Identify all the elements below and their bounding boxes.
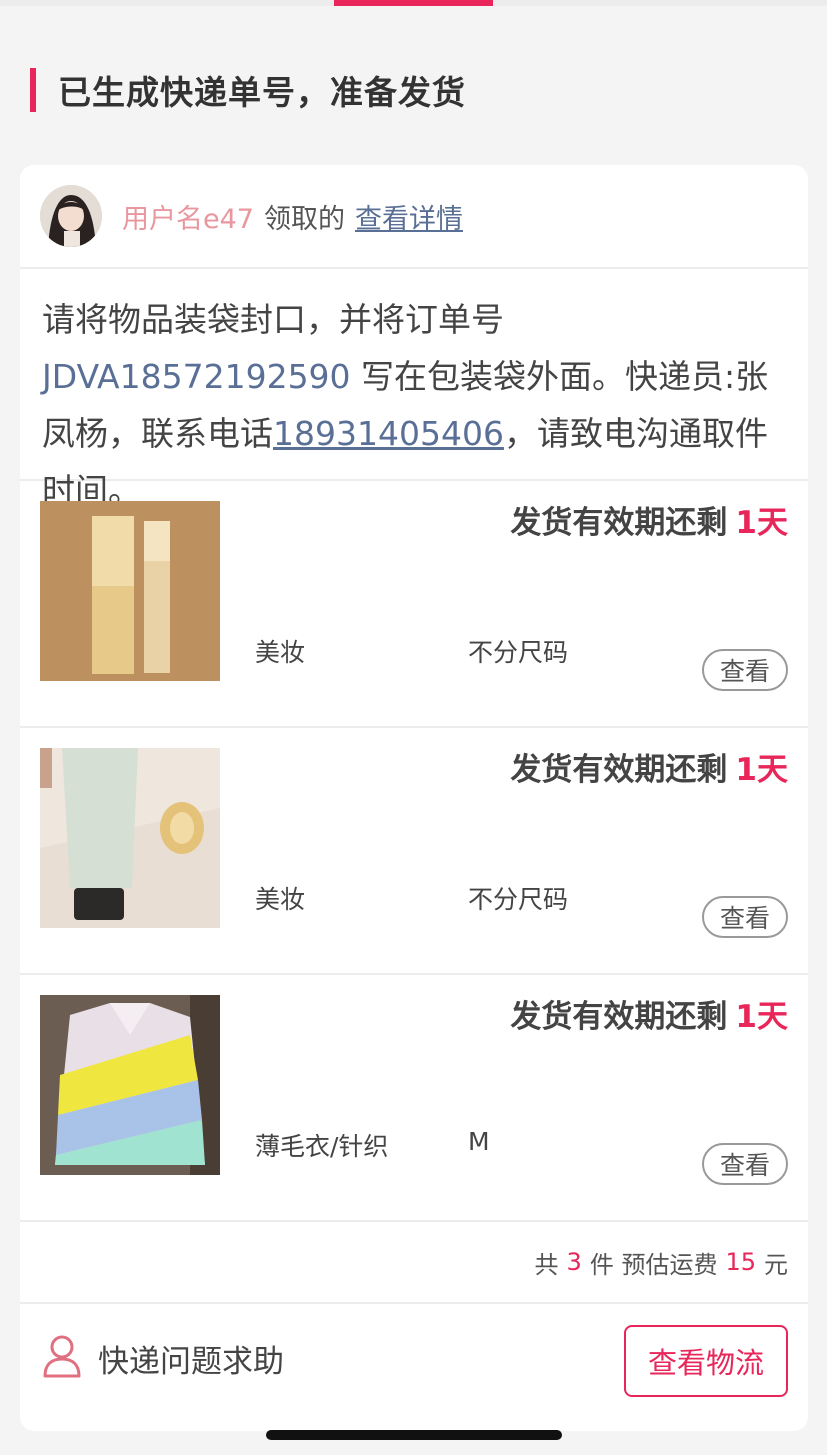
courier-help-button[interactable]: 快递问题求助 bbox=[42, 1334, 284, 1382]
view-item-button[interactable]: 查看 bbox=[702, 896, 788, 938]
deadline-label: 发货有效期还剩 bbox=[510, 752, 728, 788]
item-count: 3 bbox=[566, 1248, 582, 1276]
order-number: JDVA18572192590 bbox=[42, 357, 351, 396]
item-category: 薄毛衣/针织 bbox=[255, 1132, 389, 1161]
status-title: 已生成快递单号，准备发货 bbox=[30, 68, 466, 112]
summary-prefix: 共 bbox=[534, 1250, 559, 1279]
avatar[interactable] bbox=[40, 185, 102, 247]
claimant-username[interactable]: 用户名e47 bbox=[122, 197, 254, 236]
deadline-label: 发货有效期还剩 bbox=[510, 505, 728, 541]
user-icon bbox=[42, 1334, 82, 1382]
active-tab-indicator bbox=[334, 0, 493, 6]
view-logistics-button[interactable]: 查看物流 bbox=[624, 1325, 788, 1397]
ship-deadline: 发货有效期还剩 1天 bbox=[510, 744, 788, 789]
courier-phone-link[interactable]: 18931405406 bbox=[273, 414, 504, 453]
item-category: 美妆 bbox=[255, 638, 306, 667]
title-accent-bar bbox=[30, 68, 36, 112]
list-item: 发货有效期还剩 1天 薄毛衣/针织 M 查看 bbox=[20, 975, 808, 1222]
ship-deadline: 发货有效期还剩 1天 bbox=[510, 991, 788, 1036]
list-item: 发货有效期还剩 1天 美妆 不分尺码 查看 bbox=[20, 481, 808, 728]
claimant-row: 用户名e47 领取的 查看详情 bbox=[20, 165, 808, 269]
view-item-button[interactable]: 查看 bbox=[702, 649, 788, 691]
order-card: 用户名e47 领取的 查看详情 请将物品装袋封口，并将订单号 JDVA18572… bbox=[20, 165, 808, 1431]
deadline-days: 1天 bbox=[735, 752, 788, 788]
instruction-text-1: 请将物品装袋封口，并将订单号 bbox=[42, 300, 504, 339]
item-size: M bbox=[468, 1127, 490, 1156]
deadline-label: 发货有效期还剩 bbox=[510, 999, 728, 1035]
order-summary: 共 3 件 预估运费 15 元 bbox=[20, 1222, 808, 1304]
courier-help-label: 快递问题求助 bbox=[98, 1343, 284, 1380]
shipping-fee: 15 bbox=[725, 1248, 756, 1276]
item-category: 美妆 bbox=[255, 885, 306, 914]
claimed-label: 领取的 bbox=[263, 203, 345, 235]
item-image[interactable] bbox=[40, 501, 220, 681]
view-item-button[interactable]: 查看 bbox=[702, 1143, 788, 1185]
summary-middle: 件 预估运费 bbox=[589, 1250, 718, 1279]
item-size: 不分尺码 bbox=[468, 885, 569, 914]
status-title-text: 已生成快递单号，准备发货 bbox=[58, 73, 466, 112]
packing-instructions: 请将物品装袋封口，并将订单号 JDVA18572192590 写在包装袋外面。快… bbox=[20, 269, 808, 510]
item-image[interactable] bbox=[40, 995, 220, 1175]
summary-suffix: 元 bbox=[764, 1250, 788, 1279]
home-indicator[interactable] bbox=[266, 1430, 562, 1440]
ship-deadline: 发货有效期还剩 1天 bbox=[510, 497, 788, 542]
deadline-days: 1天 bbox=[735, 505, 788, 541]
footer-actions: 快递问题求助 查看物流 bbox=[20, 1304, 808, 1426]
view-details-link[interactable]: 查看详情 bbox=[355, 197, 463, 236]
list-item: 发货有效期还剩 1天 美妆 不分尺码 查看 bbox=[20, 728, 808, 975]
deadline-days: 1天 bbox=[735, 999, 788, 1035]
item-image[interactable] bbox=[40, 748, 220, 928]
item-size: 不分尺码 bbox=[468, 638, 569, 667]
